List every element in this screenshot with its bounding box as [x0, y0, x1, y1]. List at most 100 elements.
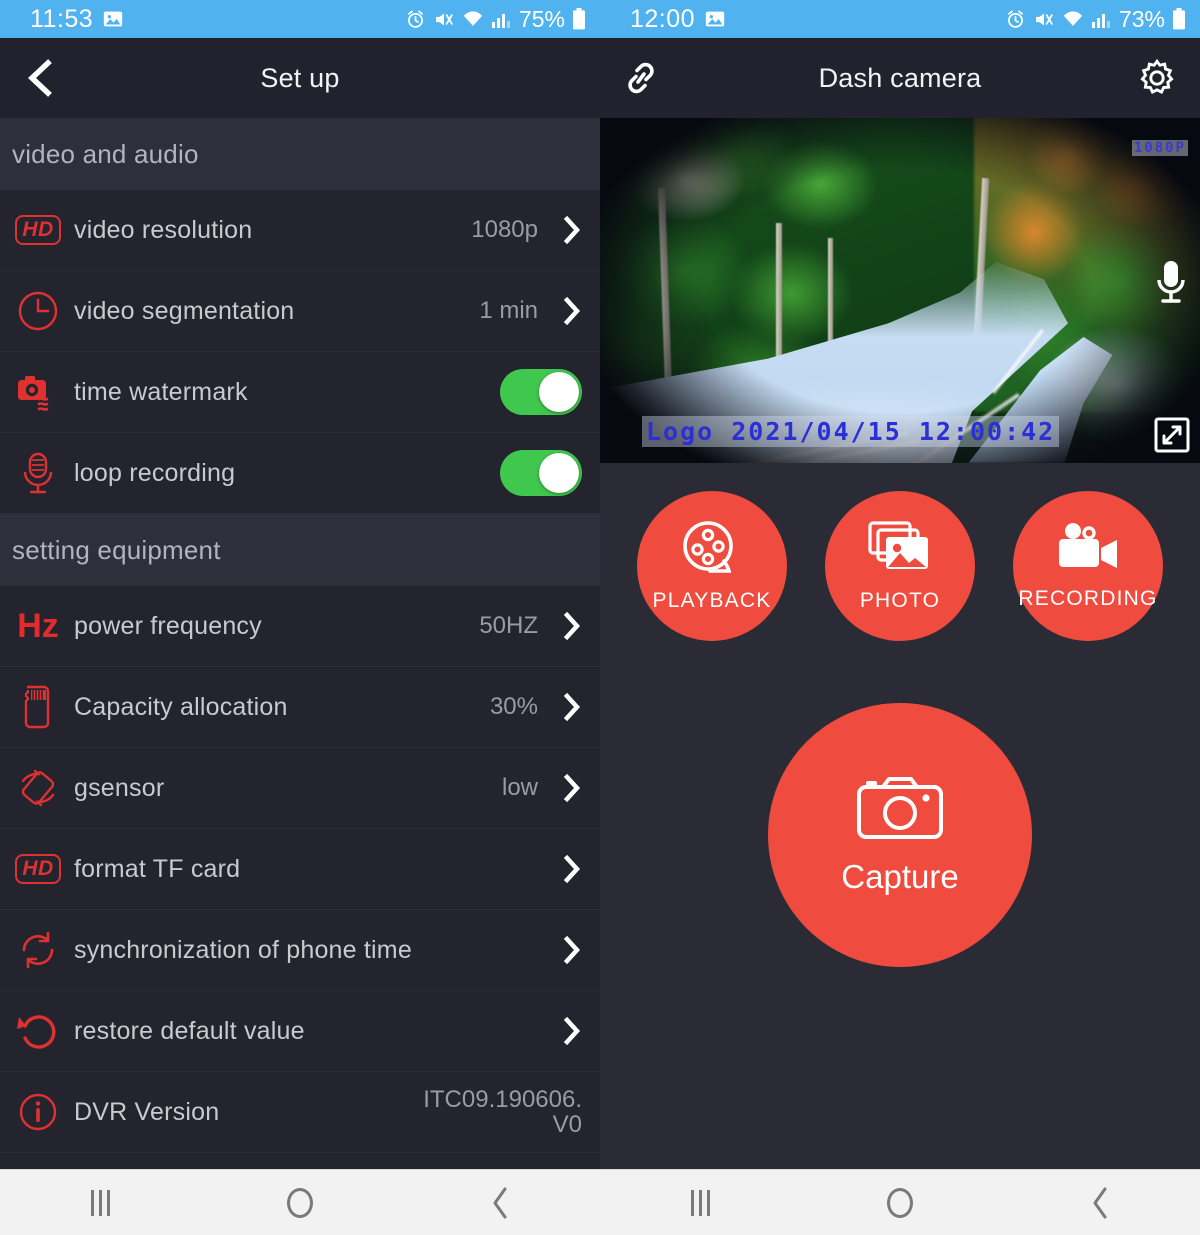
recents-button[interactable]	[55, 1170, 145, 1235]
setting-row-power-frequency[interactable]: Hz power frequency 50HZ	[0, 586, 600, 667]
link-button[interactable]	[622, 58, 660, 98]
right-phone-panel: 12:00 73% Dash camera 1080P Logo 2021/04…	[600, 0, 1200, 1169]
photo-button[interactable]: PHOTO	[825, 491, 975, 641]
chevron-right-icon	[548, 296, 582, 326]
sync-icon	[14, 926, 62, 974]
signal-icon	[491, 9, 511, 29]
setting-value: 50HZ	[479, 612, 538, 640]
setting-label: format TF card	[74, 854, 241, 883]
image-icon	[102, 8, 124, 30]
setting-label: synchronization of phone time	[74, 935, 412, 964]
link-icon	[622, 58, 660, 98]
section-header-video-audio: video and audio	[0, 118, 600, 190]
clock-icon	[14, 287, 62, 335]
setting-value: 30%	[489, 693, 538, 721]
alarm-icon	[405, 9, 426, 30]
wifi-icon	[1062, 9, 1084, 29]
chevron-right-icon	[548, 935, 582, 965]
setting-value: 1080p	[471, 216, 538, 244]
setting-row-gsensor[interactable]: gsensor low	[0, 748, 600, 829]
hd-badge-icon: HD	[14, 845, 62, 893]
chevron-right-icon	[548, 215, 582, 245]
battery-icon	[572, 8, 586, 30]
playback-button[interactable]: PLAYBACK	[637, 491, 787, 641]
chevron-right-icon	[548, 773, 582, 803]
live-video-preview[interactable]: 1080P Logo 2021/04/15 12:00:42	[600, 118, 1200, 463]
status-bar-right-group: 75%	[405, 6, 586, 33]
timestamp-watermark: Logo 2021/04/15 12:00:42	[642, 416, 1060, 447]
battery-icon	[1172, 8, 1186, 30]
status-bar-left-group: 12:00	[630, 5, 726, 34]
home-button[interactable]	[255, 1170, 345, 1235]
setting-label: video resolution	[74, 215, 253, 244]
gear-icon	[1136, 57, 1178, 99]
setting-row-dvr-version: DVR Version ITC09.190606.V0	[0, 1072, 600, 1153]
status-bar-right: 12:00 73%	[600, 0, 1200, 38]
setting-label: Capacity allocation	[74, 692, 288, 721]
back-button[interactable]	[455, 1170, 545, 1235]
setting-row-sync-phone-time[interactable]: synchronization of phone time	[0, 910, 600, 991]
expand-icon	[1154, 417, 1190, 453]
toggle-time-watermark[interactable]	[500, 369, 582, 415]
button-label: PLAYBACK	[652, 589, 772, 612]
nav-group-right	[600, 1170, 1200, 1235]
android-navigation-bar	[0, 1169, 1200, 1235]
chevron-right-icon	[548, 854, 582, 884]
button-label: PHOTO	[859, 589, 941, 612]
status-bar-right-group: 73%	[1005, 6, 1186, 33]
setting-row-capacity-allocation[interactable]: Capacity allocation 30%	[0, 667, 600, 748]
settings-list[interactable]: video and audio HD video resolution 1080…	[0, 118, 600, 1169]
recents-button[interactable]	[655, 1170, 745, 1235]
toggle-loop-recording[interactable]	[500, 450, 582, 496]
hz-icon: Hz	[17, 607, 59, 645]
button-label: RECORDING	[1018, 587, 1158, 610]
left-phone-panel: 11:53 75% Set up video and audio HD vide…	[0, 0, 600, 1169]
setting-label: video segmentation	[74, 296, 295, 325]
setting-label: gsensor	[74, 773, 165, 802]
setting-row-time-watermark[interactable]: time watermark	[0, 352, 600, 433]
action-buttons-row: PLAYBACK PHOTO RECORDING	[600, 463, 1200, 641]
back-icon	[489, 1186, 511, 1220]
info-icon	[14, 1088, 62, 1136]
chevron-right-icon	[548, 692, 582, 722]
capture-button[interactable]: Capture	[768, 703, 1032, 967]
toggle-knob	[539, 453, 579, 493]
setting-row-format-tf-card[interactable]: HD format TF card	[0, 829, 600, 910]
setting-row-loop-recording[interactable]: loop recording	[0, 433, 600, 514]
setting-value: ITC09.190606.V0	[423, 1085, 582, 1138]
microphone-icon	[14, 449, 62, 497]
recents-icon	[690, 1189, 710, 1216]
home-icon	[887, 1187, 913, 1218]
camera-icon	[856, 774, 944, 842]
alarm-icon	[1005, 9, 1026, 30]
home-button[interactable]	[855, 1170, 945, 1235]
signal-icon	[1091, 9, 1111, 29]
image-icon	[704, 8, 726, 30]
mute-icon	[433, 9, 455, 30]
gsensor-icon	[14, 764, 62, 812]
capture-label: Capture	[841, 858, 959, 895]
resolution-badge: 1080P	[1131, 140, 1188, 156]
setting-label: loop recording	[74, 458, 236, 487]
back-icon	[1089, 1186, 1111, 1220]
video-scene	[600, 118, 1200, 463]
fullscreen-button[interactable]	[1154, 417, 1190, 453]
status-bar-left: 11:53 75%	[0, 0, 600, 38]
restore-icon	[14, 1007, 62, 1055]
panels: 11:53 75% Set up video and audio HD vide…	[0, 0, 1200, 1169]
video-camera-icon	[1053, 521, 1123, 579]
settings-button[interactable]	[1136, 57, 1178, 99]
film-reel-icon	[679, 519, 745, 581]
chevron-right-icon	[548, 611, 582, 641]
setting-label: power frequency	[74, 611, 262, 640]
toggle-knob	[539, 372, 579, 412]
wifi-icon	[462, 9, 484, 29]
back-button[interactable]	[1055, 1170, 1145, 1235]
setting-row-video-resolution[interactable]: HD video resolution 1080p	[0, 190, 600, 271]
sd-card-icon	[14, 683, 62, 731]
setting-row-restore-default[interactable]: restore default value	[0, 991, 600, 1072]
setting-row-video-segmentation[interactable]: video segmentation 1 min	[0, 271, 600, 352]
back-button[interactable]	[22, 58, 56, 98]
recording-button[interactable]: RECORDING	[1013, 491, 1163, 641]
mic-toggle-button[interactable]	[1154, 258, 1188, 308]
